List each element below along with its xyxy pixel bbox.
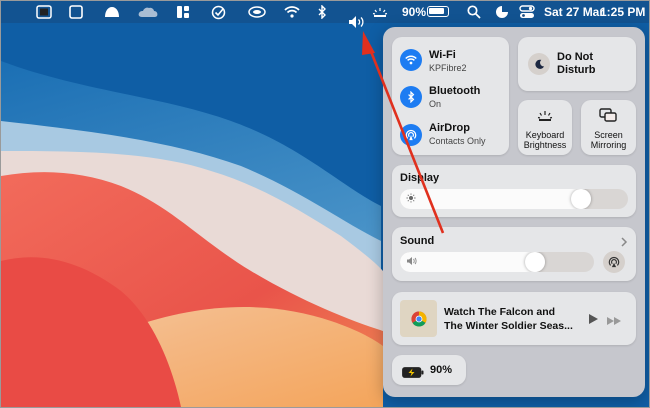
annotation-arrow — [362, 31, 445, 234]
screen-frame: 90% Sat 27 Mar 1:25 PM Wi-Fi KPFibre2 Bl… — [0, 0, 650, 408]
